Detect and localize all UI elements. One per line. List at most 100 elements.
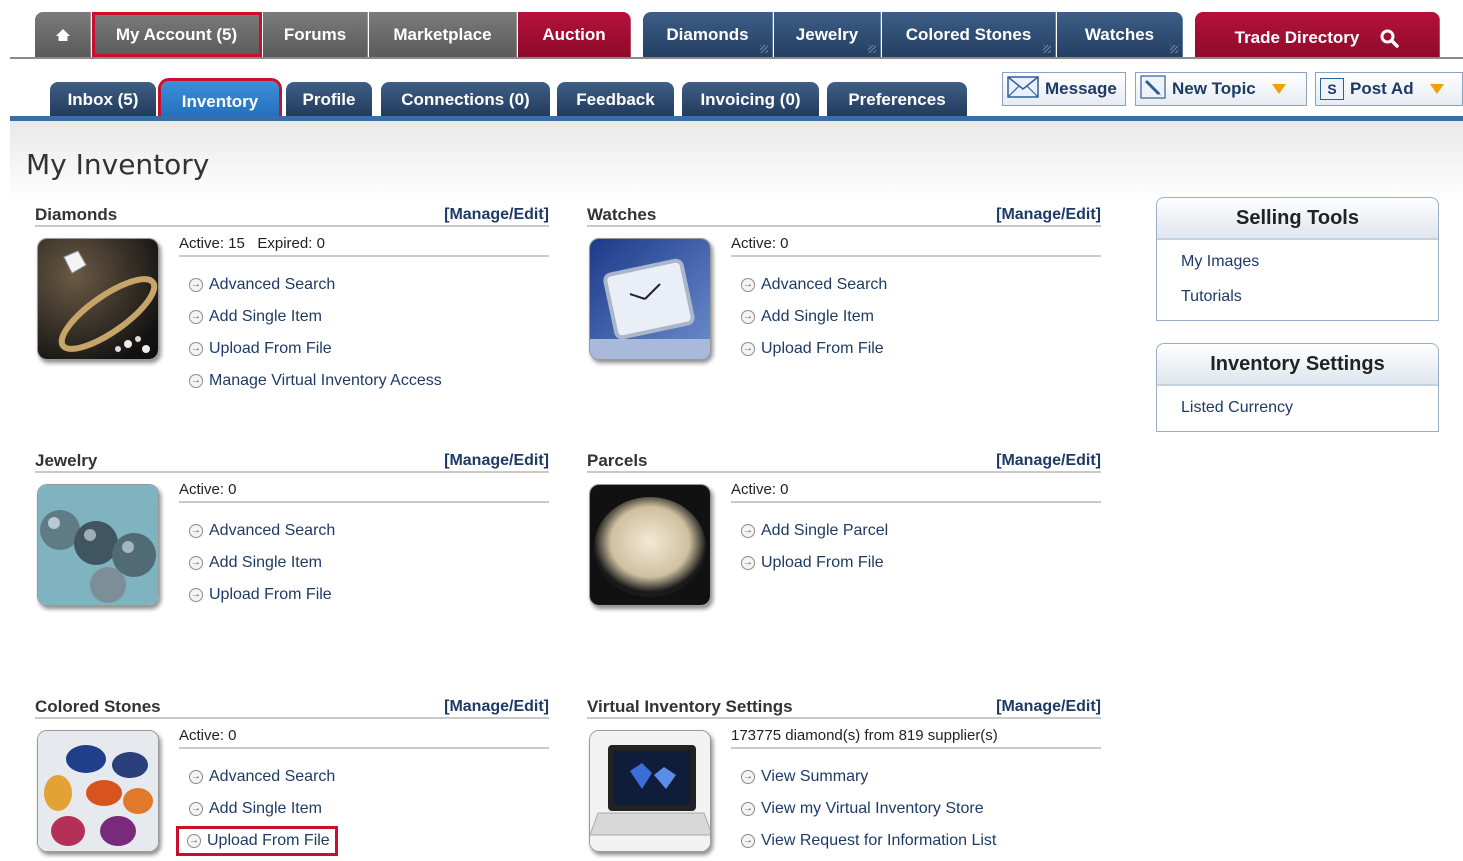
advanced-search-link[interactable]: → Advanced Search <box>731 269 1101 301</box>
section-header: Colored Stones [Manage/Edit] <box>35 695 549 719</box>
arrow-circle-icon: → <box>741 524 755 538</box>
my-images-link[interactable]: My Images <box>1157 244 1438 279</box>
upload-from-file-link[interactable]: → Upload From File <box>731 333 1101 365</box>
post-ad-button[interactable]: S Post Ad <box>1315 72 1463 106</box>
tab-profile[interactable]: Profile <box>286 82 372 117</box>
manage-edit-link[interactable]: [Manage/Edit] <box>444 452 549 470</box>
upload-from-file-link[interactable]: → Upload From File <box>179 579 549 611</box>
manage-edit-link[interactable]: [Manage/Edit] <box>444 698 549 716</box>
link-label: Add Single Item <box>761 308 874 325</box>
link-label: Advanced Search <box>209 276 336 293</box>
tab-feedback[interactable]: Feedback <box>557 82 674 117</box>
dropdown-arrow-icon <box>1271 84 1286 94</box>
section-title: Watches <box>587 205 657 224</box>
arrow-circle-icon: → <box>189 374 203 388</box>
nav-auction[interactable]: Auction <box>518 12 631 57</box>
arrow-circle-icon: → <box>189 556 203 570</box>
message-button[interactable]: Message <box>1002 72 1126 106</box>
advanced-search-link[interactable]: → Advanced Search <box>179 515 549 547</box>
diamond-parcel-image <box>589 484 711 606</box>
nav-forums[interactable]: Forums <box>263 12 368 57</box>
add-single-item-link[interactable]: → Add Single Item <box>179 793 549 825</box>
nav-diamonds[interactable]: Diamonds <box>643 12 773 57</box>
inventory-stat: Active: 0 <box>731 479 1101 503</box>
link-label: Add Single Parcel <box>761 522 889 539</box>
nav-jewelry[interactable]: Jewelry <box>774 12 881 57</box>
tab-connections[interactable]: Connections (0) <box>381 82 550 117</box>
nav-colored-stones[interactable]: Colored Stones <box>882 12 1056 57</box>
upload-from-file-link[interactable]: → Upload From File <box>731 547 1101 579</box>
nav-my-account[interactable]: My Account (5) <box>92 12 262 57</box>
section-body: Active: 0 → Add Single Parcel → Upload Fro… <box>731 479 1101 579</box>
view-virtual-inventory-store-link[interactable]: → View my Virtual Inventory Store <box>731 793 1101 825</box>
inventory-stat: Active: 15 Expired: 0 <box>179 233 549 257</box>
section-jewelry: Jewelry [Manage/Edit] Active: 0 → Advance… <box>35 449 549 606</box>
laptop-image <box>589 730 711 852</box>
section-diamonds: Diamonds [Manage/Edit] Active: 15 Expire… <box>35 203 549 389</box>
add-single-parcel-link[interactable]: → Add Single Parcel <box>731 515 1101 547</box>
view-request-for-information-link[interactable]: → View Request for Information List <box>731 825 1101 857</box>
section-body: 173775 diamond(s) from 819 supplier(s) →… <box>731 725 1101 857</box>
search-icon <box>1379 28 1400 48</box>
link-label: Manage Virtual Inventory Access <box>209 372 442 389</box>
inventory-stat: Active: 0 <box>731 233 1101 257</box>
new-topic-button[interactable]: New Topic <box>1135 72 1307 106</box>
tutorials-link[interactable]: Tutorials <box>1157 279 1438 314</box>
virtual-inventory-stat: 173775 diamond(s) from 819 supplier(s) <box>731 725 1101 749</box>
section-header: Parcels [Manage/Edit] <box>587 449 1101 473</box>
section-body: Active: 0 → Advanced Search → Add Single I… <box>176 725 549 856</box>
link-label: Add Single Item <box>209 800 322 817</box>
resize-grip-icon <box>1043 45 1051 53</box>
view-summary-link[interactable]: → View Summary <box>731 761 1101 793</box>
section-title: Diamonds <box>35 205 118 224</box>
arrow-circle-icon: → <box>741 342 755 356</box>
section-header: Watches [Manage/Edit] <box>587 203 1101 227</box>
arrow-circle-icon: → <box>189 310 203 324</box>
link-label: Upload From File <box>209 586 332 603</box>
arrow-circle-icon: → <box>189 278 203 292</box>
nav-colored-stones-label: Colored Stones <box>905 24 1032 44</box>
advanced-search-link[interactable]: → Advanced Search <box>179 269 549 301</box>
listed-currency-link[interactable]: Listed Currency <box>1157 390 1438 425</box>
nav-trade-directory[interactable]: Trade Directory <box>1195 12 1440 59</box>
arrow-circle-icon: → <box>189 342 203 356</box>
arrow-circle-icon: → <box>189 770 203 784</box>
arrow-circle-icon: → <box>189 524 203 538</box>
add-single-item-link[interactable]: → Add Single Item <box>731 301 1101 333</box>
tab-invoicing[interactable]: Invoicing (0) <box>682 82 819 117</box>
advanced-search-link[interactable]: → Advanced Search <box>179 761 549 793</box>
upload-from-file-link[interactable]: → Upload From File <box>179 333 549 365</box>
inventory-settings-panel: Inventory Settings Listed Currency <box>1156 343 1439 432</box>
page-title: My Inventory <box>26 148 210 181</box>
pencil-icon <box>1140 74 1166 104</box>
section-title: Colored Stones <box>35 697 161 716</box>
manage-edit-link[interactable]: [Manage/Edit] <box>444 206 549 224</box>
link-label: View Summary <box>761 768 869 785</box>
message-label: Message <box>1045 79 1117 98</box>
home-button[interactable] <box>35 12 91 57</box>
nav-watches[interactable]: Watches <box>1057 12 1183 57</box>
tab-inbox[interactable]: Inbox (5) <box>50 82 156 117</box>
manage-virtual-inventory-access-link[interactable]: → Manage Virtual Inventory Access <box>179 365 549 397</box>
upload-from-file-link[interactable]: → Upload From File <box>176 826 338 856</box>
resize-grip-icon <box>868 45 876 53</box>
manage-edit-link[interactable]: [Manage/Edit] <box>996 452 1101 470</box>
section-colored-stones: Colored Stones [Manage/Edit] Active: 0 →… <box>35 695 549 856</box>
tab-preferences[interactable]: Preferences <box>827 82 967 117</box>
arrow-circle-icon: → <box>741 770 755 784</box>
section-body: Active: 15 Expired: 0 → Advanced Search →… <box>179 233 549 397</box>
arrow-circle-icon: → <box>741 310 755 324</box>
nav-marketplace[interactable]: Marketplace <box>369 12 517 57</box>
section-watches: Watches [Manage/Edit] Active: 0 → Advance… <box>587 203 1101 360</box>
arrow-circle-icon: → <box>741 802 755 816</box>
dropdown-arrow-icon <box>1429 84 1444 94</box>
nav-jewelry-label: Jewelry <box>795 24 859 44</box>
manage-edit-link[interactable]: [Manage/Edit] <box>996 698 1101 716</box>
section-virtual-inventory: Virtual Inventory Settings [Manage/Edit]… <box>587 695 1101 852</box>
add-single-item-link[interactable]: → Add Single Item <box>179 547 549 579</box>
watch-image <box>589 238 711 360</box>
selling-tools-panel: Selling Tools My Images Tutorials <box>1156 197 1439 321</box>
add-single-item-link[interactable]: → Add Single Item <box>179 301 549 333</box>
resize-grip-icon <box>1170 45 1178 53</box>
manage-edit-link[interactable]: [Manage/Edit] <box>996 206 1101 224</box>
